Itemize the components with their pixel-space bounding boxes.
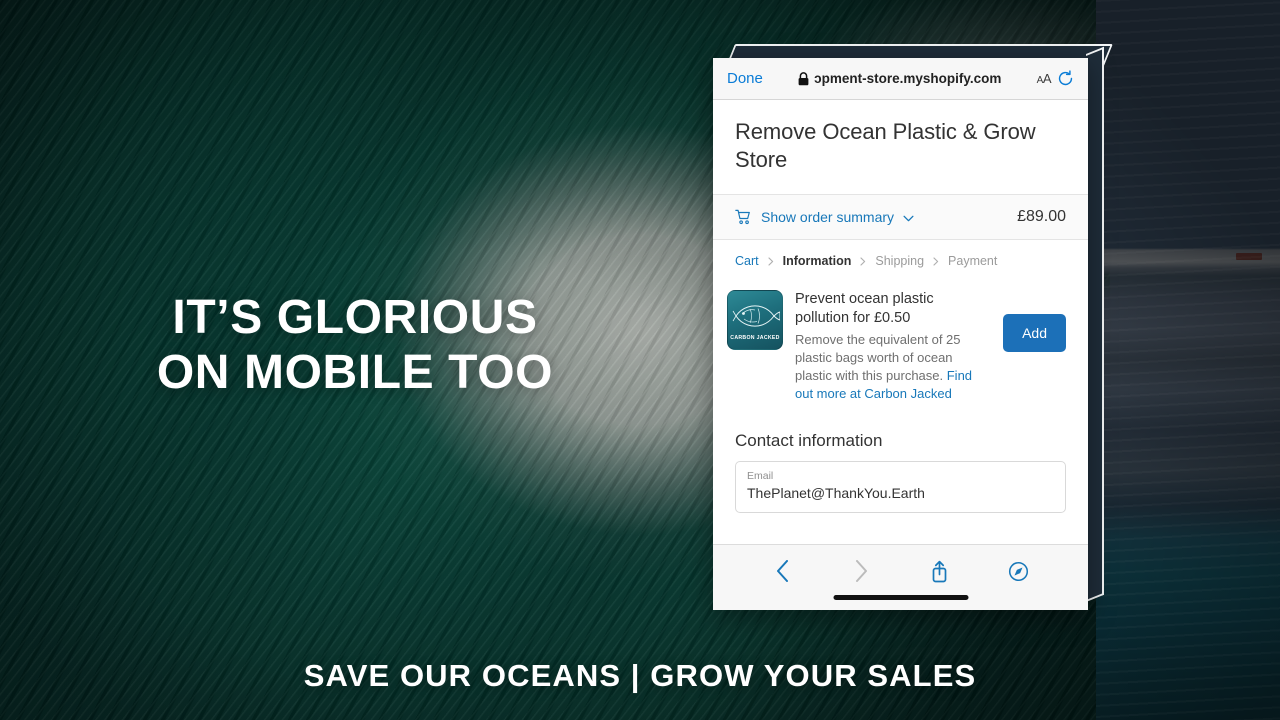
breadcrumb-separator-icon (860, 256, 866, 266)
carbon-offset-offer: CARBON JACKED Prevent ocean plastic poll… (713, 280, 1088, 419)
store-title: Remove Ocean Plastic & Grow Store (713, 100, 1088, 195)
breadcrumb-separator-icon (768, 256, 774, 266)
show-order-summary-label: Show order summary (761, 209, 895, 225)
home-indicator (833, 595, 968, 600)
address-bar[interactable]: ɔpment-store.myshopify.com (769, 71, 1031, 86)
safari-top-bar: Done ɔpment-store.myshopify.com AA (713, 58, 1088, 100)
url-text: ɔpment-store.myshopify.com (814, 71, 1002, 86)
back-button[interactable] (743, 557, 822, 585)
breadcrumb-separator-icon (933, 256, 939, 266)
device-frame-right-edge (1086, 46, 1104, 602)
offer-title: Prevent ocean plastic pollution for £0.5… (795, 291, 934, 326)
promo-banner: IT’S GLORIOUS ON MOBILE TOO SAVE OUR OCE… (0, 0, 1280, 720)
cart-icon (735, 209, 750, 224)
offer-description-text: Remove the equivalent of 25 plastic bags… (795, 332, 961, 383)
forward-button[interactable] (822, 557, 901, 585)
tabs-button[interactable] (979, 557, 1058, 585)
promo-tagline: SAVE OUR OCEANS | GROW YOUR SALES (303, 658, 977, 693)
breadcrumb-item-shipping: Shipping (875, 254, 925, 268)
headline-line-2: ON MOBILE TOO (156, 346, 554, 399)
phone-screen: Done ɔpment-store.myshopify.com AA Remov… (713, 58, 1088, 610)
done-button[interactable]: Done (727, 70, 763, 87)
email-field-value[interactable]: ThePlanet@ThankYou.Earth (747, 483, 1054, 503)
thumbnail-brand-text: CARBON JACKED (730, 335, 780, 341)
headline-line-1: IT’S GLORIOUS (172, 291, 538, 344)
lock-icon (798, 71, 809, 85)
reload-icon[interactable] (1057, 70, 1074, 87)
show-order-summary-toggle[interactable]: Show order summary (761, 209, 1017, 225)
chevron-left-icon (776, 560, 788, 582)
chevron-down-icon (903, 215, 914, 222)
text-size-button[interactable]: AA (1037, 71, 1052, 86)
offer-description: Remove the equivalent of 25 plastic bags… (795, 331, 991, 403)
breadcrumb-item-cart[interactable]: Cart (735, 254, 759, 268)
offer-body: Prevent ocean plastic pollution for £0.5… (795, 290, 991, 403)
fish-illustration-icon (732, 305, 780, 327)
carbon-jacked-thumbnail: CARBON JACKED (727, 290, 783, 350)
promo-headline: IT’S GLORIOUS ON MOBILE TOO (0, 290, 710, 400)
email-field-label: Email (747, 470, 774, 482)
contact-information-heading: Contact information (735, 431, 883, 450)
order-summary-bar[interactable]: Show order summary £89.00 (713, 195, 1088, 240)
breadcrumb-item-information: Information (782, 254, 852, 268)
ocean-horizon-photo (1096, 0, 1280, 720)
add-offer-button[interactable]: Add (1003, 314, 1066, 352)
breadcrumb: Cart Information Shipping Payment (713, 240, 1088, 280)
order-total: £89.00 (1017, 208, 1066, 225)
share-icon (933, 560, 947, 582)
share-button[interactable] (901, 557, 980, 585)
breadcrumb-item-payment: Payment (948, 254, 998, 268)
email-field[interactable]: Email ThePlanet@ThankYou.Earth (735, 461, 1066, 513)
checkout-page: Remove Ocean Plastic & Grow Store Show o… (713, 100, 1088, 544)
chevron-right-icon (855, 560, 867, 582)
safari-bottom-toolbar (713, 544, 1088, 610)
distant-boat (1236, 253, 1262, 260)
phone-mockup: Done ɔpment-store.myshopify.com AA Remov… (712, 44, 1113, 612)
safari-compass-icon (1009, 561, 1029, 581)
